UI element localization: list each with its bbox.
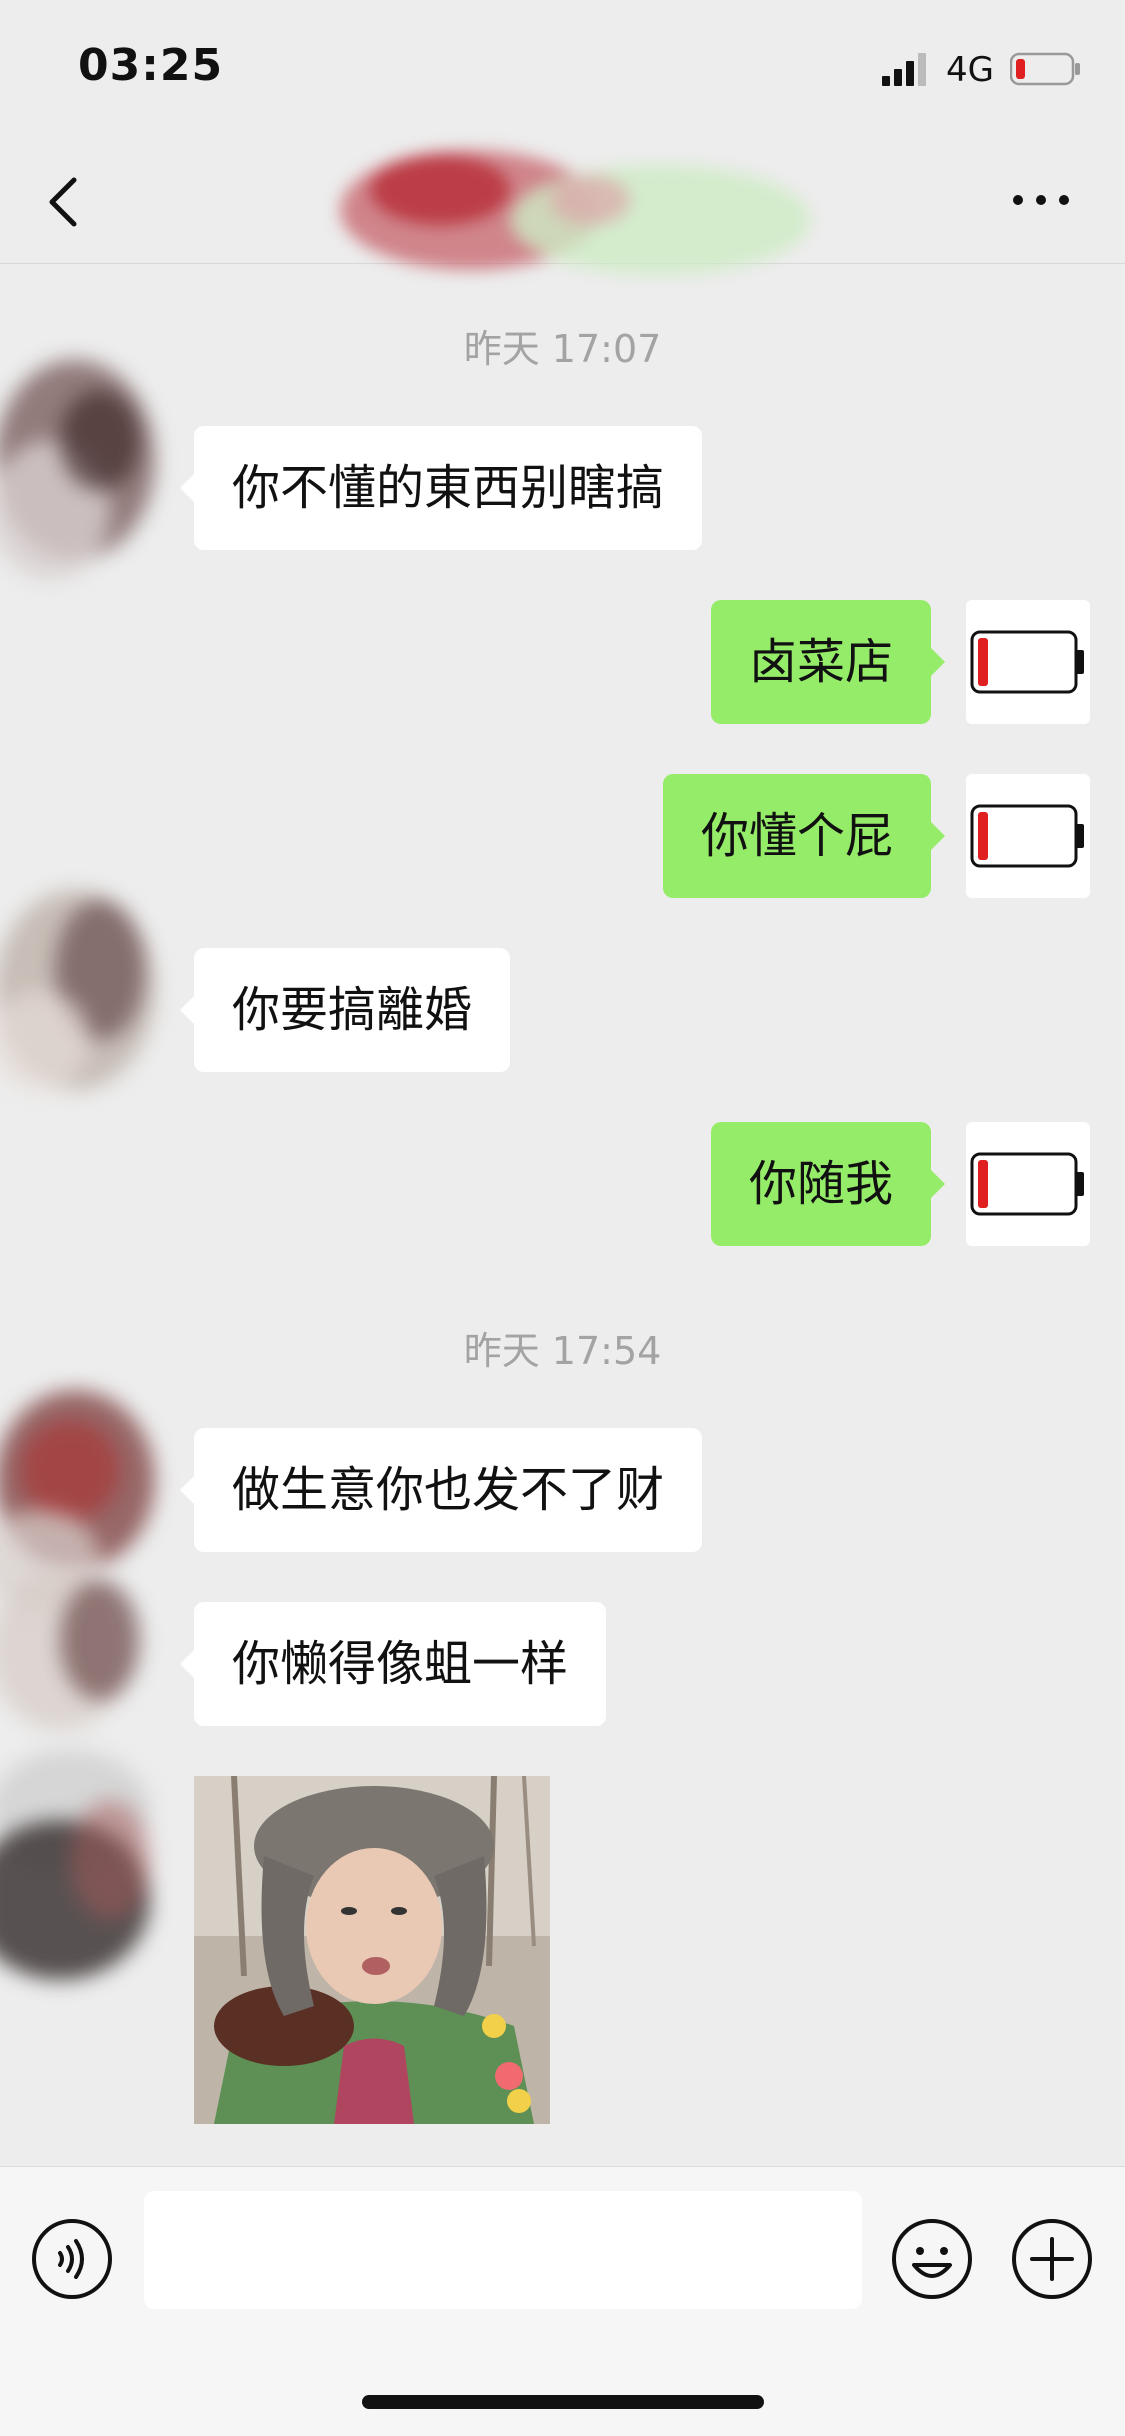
timestamp: 昨天 17:54 xyxy=(463,1329,662,1373)
status-time: 03:25 xyxy=(78,40,224,91)
signal-icon xyxy=(882,53,926,86)
message-bubble-in[interactable]: 你不懂的東西别瞎搞 xyxy=(179,426,703,550)
emoji-icon[interactable] xyxy=(890,2217,974,2301)
voice-icon[interactable] xyxy=(30,2217,114,2301)
message-bubble-out[interactable]: 你懂个屁 xyxy=(662,774,946,898)
chat-nav-bar xyxy=(0,140,1125,275)
chat-input-bar xyxy=(0,2166,1125,2436)
message-bubble-in[interactable]: 你懒得像蛆一样 xyxy=(179,1602,607,1726)
sticker-image[interactable] xyxy=(194,1776,550,2124)
message-input[interactable] xyxy=(144,2191,862,2309)
battery-avatar-icon xyxy=(970,630,1084,694)
battery-icon xyxy=(1010,52,1080,86)
message-bubble-in[interactable]: 你要搞離婚 xyxy=(179,948,511,1072)
chevron-left-icon[interactable] xyxy=(40,170,90,234)
avatar[interactable] xyxy=(966,600,1090,724)
battery-avatar-icon xyxy=(970,1152,1084,1216)
avatar[interactable] xyxy=(0,870,170,1130)
battery-avatar-icon xyxy=(970,804,1084,868)
avatar[interactable] xyxy=(0,350,170,610)
network-label: 4G xyxy=(946,50,994,90)
avatar[interactable] xyxy=(0,1740,170,2000)
avatar[interactable] xyxy=(966,1122,1090,1246)
message-bubble-out[interactable]: 卤菜店 xyxy=(710,600,946,724)
home-indicator xyxy=(362,2395,764,2409)
avatar[interactable] xyxy=(966,774,1090,898)
plus-icon[interactable] xyxy=(1010,2217,1094,2301)
message-bubble-in[interactable]: 做生意你也发不了财 xyxy=(179,1428,703,1552)
redacted-contact-name xyxy=(340,150,810,275)
ellipsis-icon[interactable] xyxy=(1010,188,1072,212)
message-bubble-out[interactable]: 你随我 xyxy=(710,1122,946,1246)
